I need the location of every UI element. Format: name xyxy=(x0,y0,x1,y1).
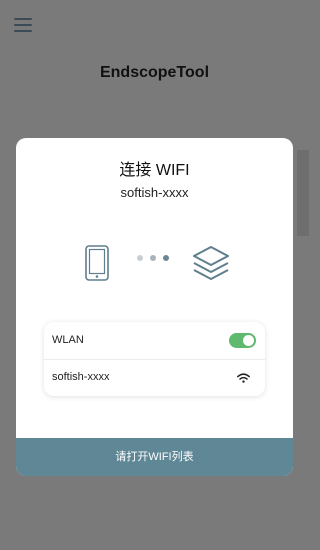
open-wifi-list-button[interactable]: 请打开WIFI列表 xyxy=(16,438,293,476)
menu-icon[interactable] xyxy=(14,18,32,34)
background-panel xyxy=(297,150,309,236)
progress-dot xyxy=(137,255,143,261)
phone-icon xyxy=(85,245,109,281)
app-title: EndscopeTool xyxy=(99,64,210,81)
connection-progress-dots xyxy=(137,255,175,263)
connect-wifi-dialog: 连接 WIFI softish-xxxx WLAN softish-xxxx 请… xyxy=(16,138,293,476)
dialog-ssid: softish-xxxx xyxy=(120,185,189,200)
layers-icon xyxy=(193,246,229,280)
wlan-row: WLAN xyxy=(44,322,265,360)
wifi-icon xyxy=(237,373,250,383)
dialog-title: 连接 WIFI xyxy=(119,162,190,179)
progress-dot xyxy=(150,255,156,261)
toggle-knob xyxy=(243,335,254,346)
wlan-label: WLAN xyxy=(52,334,84,346)
progress-dot xyxy=(163,255,169,261)
wlan-toggle[interactable] xyxy=(229,333,256,348)
network-name: softish-xxxx xyxy=(52,371,110,383)
network-row[interactable]: softish-xxxx xyxy=(44,359,265,396)
wifi-settings-card: WLAN softish-xxxx xyxy=(44,322,265,396)
